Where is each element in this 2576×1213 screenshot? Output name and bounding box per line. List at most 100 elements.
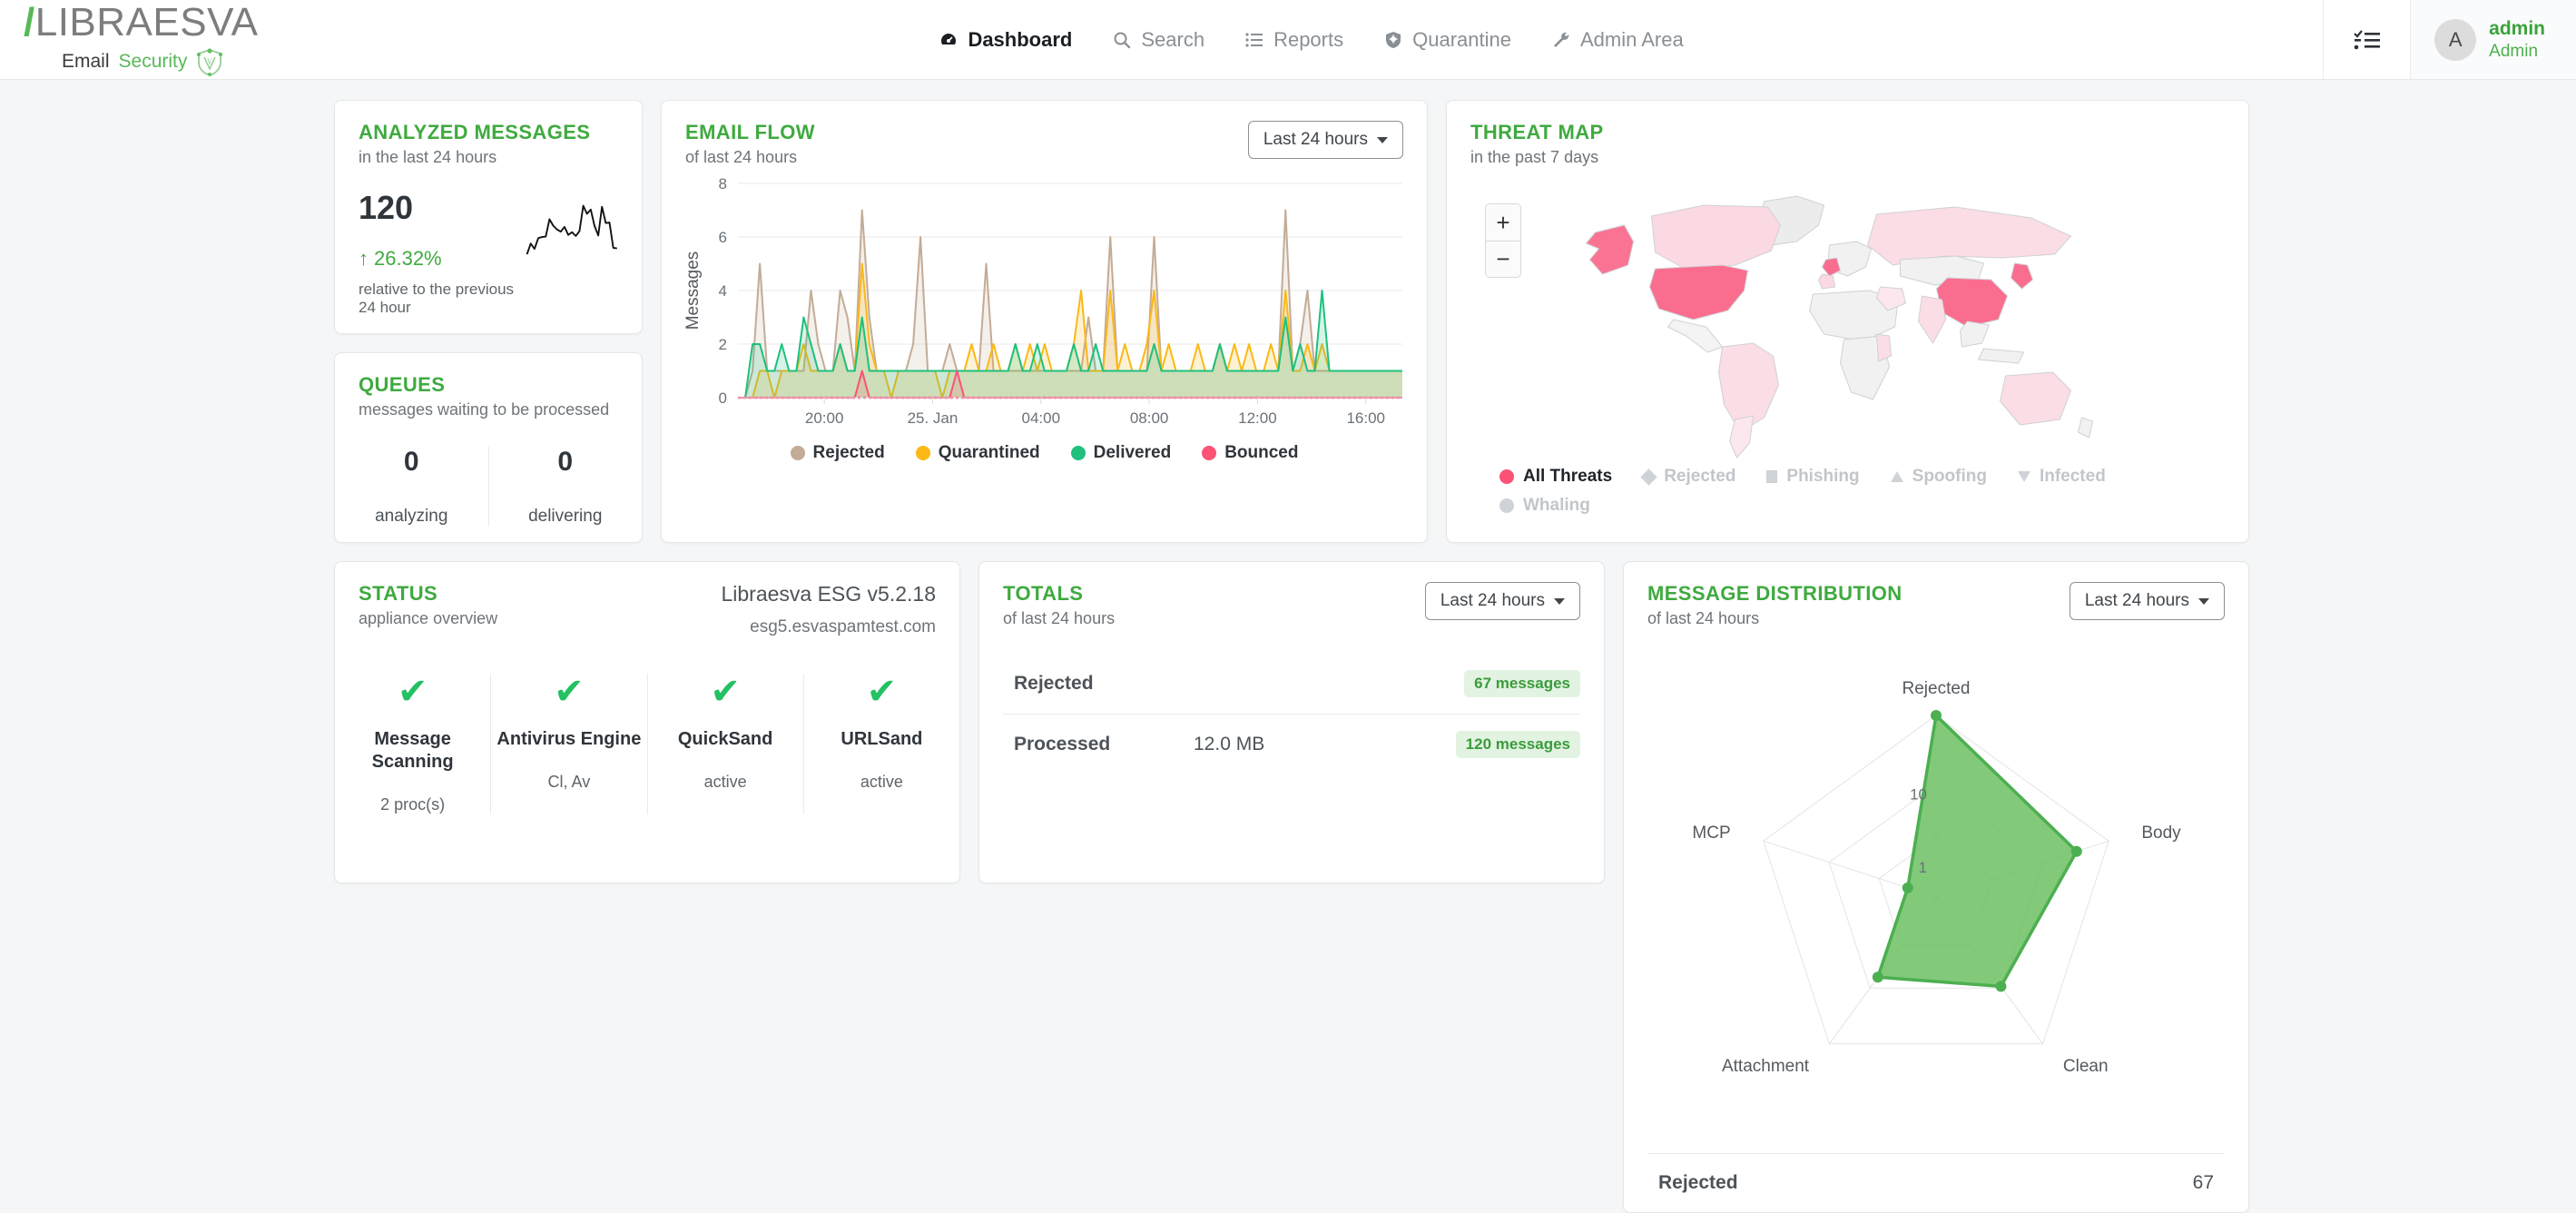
nav-item-quarantine[interactable]: Quarantine <box>1383 28 1511 52</box>
status-name-antivirus-engine: Antivirus Engine <box>497 729 642 749</box>
svg-text:Clean: Clean <box>2063 1057 2109 1076</box>
message-distribution-range-selector[interactable]: Last 24 hours <box>2069 582 2225 620</box>
email-flow-header: EMAIL FLOW of last 24 hours Last 24 hour… <box>662 101 1427 167</box>
svg-text:8: 8 <box>719 176 727 192</box>
status-note-message-scanning: 2 proc(s) <box>380 795 446 814</box>
email-flow-legend: Rejected Quarantined Delivered Bounced <box>662 443 1427 463</box>
queues-subtitle: messages waiting to be processed <box>359 400 610 419</box>
check-icon: ✔ <box>710 672 741 712</box>
totals-range-label: Last 24 hours <box>1440 591 1545 610</box>
threat-map-subtitle: in the past 7 days <box>1470 148 1599 166</box>
email-flow-title: EMAIL FLOW <box>685 121 815 143</box>
queues-body: 0 analyzing 0 delivering <box>335 447 642 527</box>
queue-analyzing: 0 analyzing <box>335 447 488 527</box>
status-item-urlsand: ✔ URLSand active <box>802 674 959 814</box>
legend-bounced[interactable]: Bounced <box>1202 443 1298 463</box>
totals-table: Rejected 67 messages Processed 12.0 MB 1… <box>1003 654 1580 774</box>
nav-right-cluster: A admin Admin <box>2323 0 2576 79</box>
threat-legend-label-infected: Infected <box>2039 467 2106 486</box>
queues-header: QUEUES messages waiting to be processed <box>335 353 642 419</box>
dashboard-row-1: ANALYZED MESSAGES in the last 24 hours 1… <box>334 100 2249 543</box>
threat-legend-all-threats[interactable]: All Threats <box>1499 467 1612 487</box>
status-card: STATUS appliance overview Libraesva ESG … <box>334 561 960 883</box>
brand-email-text: Email <box>62 51 110 72</box>
threat-map-legend: All Threats Rejected Phishing Spoofing I… <box>1447 467 2248 516</box>
nav-label-admin-area: Admin Area <box>1579 27 1684 51</box>
map-zoom-in-button[interactable]: + <box>1486 204 1520 241</box>
shield-icon <box>1383 30 1403 50</box>
nav-item-reports[interactable]: Reports <box>1244 28 1343 52</box>
email-flow-range-selector[interactable]: Last 24 hours <box>1247 121 1403 159</box>
totals-range-selector[interactable]: Last 24 hours <box>1424 582 1580 620</box>
legend-label-delivered: Delivered <box>1093 443 1172 462</box>
legend-label-rejected: Rejected <box>812 443 885 462</box>
legend-delivered[interactable]: Delivered <box>1070 443 1172 463</box>
threat-map-title: THREAT MAP <box>1470 121 1604 143</box>
email-flow-subtitle: of last 24 hours <box>685 148 798 166</box>
threat-legend-label-all-threats: All Threats <box>1523 467 1613 486</box>
reports-icon <box>1244 30 1264 50</box>
brand-slash: / <box>24 0 35 44</box>
svg-text:2: 2 <box>719 336 727 353</box>
dashboard-body: ANALYZED MESSAGES in the last 24 hours 1… <box>0 80 2576 1213</box>
top-navigation-bar: /LIBRAESVA Email Security V Dashboard Se… <box>0 0 2576 80</box>
status-name-urlsand: URLSand <box>841 729 923 749</box>
nav-item-admin-area[interactable]: Admin Area <box>1551 28 1684 52</box>
email-flow-plot: 0 2 4 6 8 Messages 20:00 25. Jan 04:00 08:00 12:00… <box>662 167 1427 439</box>
svg-text:0: 0 <box>719 390 727 407</box>
threat-legend-infected[interactable]: Infected <box>2017 467 2106 487</box>
checklist-icon-button[interactable] <box>2323 0 2410 79</box>
status-name-quicksand: QuickSand <box>677 729 773 749</box>
message-distribution-radar-chart: 1 10 Rejected Body Clean Attachment MCP <box>1692 679 2181 1076</box>
user-menu[interactable]: A admin Admin <box>2410 0 2576 79</box>
triangle-up-marker-icon <box>1890 471 1903 482</box>
status-note-antivirus-engine: Cl, Av <box>547 773 591 791</box>
analyzed-title: ANALYZED MESSAGES <box>359 121 591 143</box>
svg-text:MCP: MCP <box>1692 823 1730 843</box>
message-distribution-range-label: Last 24 hours <box>2084 591 2189 610</box>
totals-row-rejected: Rejected 67 messages <box>1003 654 1580 714</box>
totals-size-processed: 12.0 MB <box>1194 734 1265 754</box>
queue-delivering-label: delivering <box>528 507 603 526</box>
svg-text:12:00: 12:00 <box>1238 409 1277 427</box>
svg-text:6: 6 <box>719 229 727 246</box>
legend-quarantined[interactable]: Quarantined <box>915 443 1040 463</box>
email-flow-range-label: Last 24 hours <box>1263 130 1368 149</box>
totals-row-processed: Processed 12.0 MB 120 messages <box>1003 714 1580 774</box>
threat-legend-rejected[interactable]: Rejected <box>1640 467 1735 487</box>
nav-item-search[interactable]: Search <box>1112 28 1204 52</box>
check-icon: ✔ <box>397 672 428 712</box>
legend-dot-delivered <box>1070 446 1086 460</box>
checklist-icon <box>2353 29 2380 49</box>
brand-tagline: Email Security V <box>24 47 300 76</box>
square-marker-icon <box>1766 470 1778 483</box>
svg-text:04:00: 04:00 <box>1022 409 1061 427</box>
queue-delivering: 0 delivering <box>487 447 643 527</box>
status-name-message-scanning: Message Scanning <box>371 729 454 772</box>
legend-dot-quarantined <box>915 446 930 460</box>
threat-legend-spoofing[interactable]: Spoofing <box>1890 467 1987 487</box>
status-version: Libraesva ESG v5.2.18 <box>721 582 936 606</box>
svg-text:V: V <box>207 57 213 66</box>
threat-legend-whaling[interactable]: Whaling <box>1499 496 1590 516</box>
queues-card: QUEUES messages waiting to be processed … <box>334 352 643 543</box>
message-distribution-footer-value: 67 <box>2192 1172 2214 1193</box>
radar-chart-wrap: 1 10 Rejected Body Clean Attachment MCP <box>1624 628 2248 1142</box>
map-zoom-out-button[interactable]: − <box>1486 241 1520 277</box>
status-title: STATUS <box>359 582 438 605</box>
totals-label-processed: Processed <box>1014 734 1111 754</box>
totals-header: TOTALS of last 24 hours Last 24 hours <box>979 562 1604 628</box>
message-distribution-subtitle: of last 24 hours <box>1647 609 1760 627</box>
legend-rejected[interactable]: Rejected <box>790 443 885 463</box>
analyzed-header: ANALYZED MESSAGES in the last 24 hours <box>335 101 642 167</box>
totals-badge-rejected: 67 messages <box>1464 670 1580 697</box>
analyzed-messages-card: ANALYZED MESSAGES in the last 24 hours 1… <box>334 100 643 334</box>
threat-legend-phishing[interactable]: Phishing <box>1766 467 1860 487</box>
nav-item-dashboard[interactable]: Dashboard <box>939 28 1072 52</box>
brand-logo[interactable]: /LIBRAESVA Email Security V <box>0 0 300 79</box>
status-subtitle: appliance overview <box>359 609 498 627</box>
chevron-down-icon <box>1377 136 1388 143</box>
nav-label-reports: Reports <box>1273 27 1344 51</box>
analyzed-delta-value: 26.32% <box>374 247 442 270</box>
threat-map-canvas[interactable]: + − <box>1447 167 2248 467</box>
